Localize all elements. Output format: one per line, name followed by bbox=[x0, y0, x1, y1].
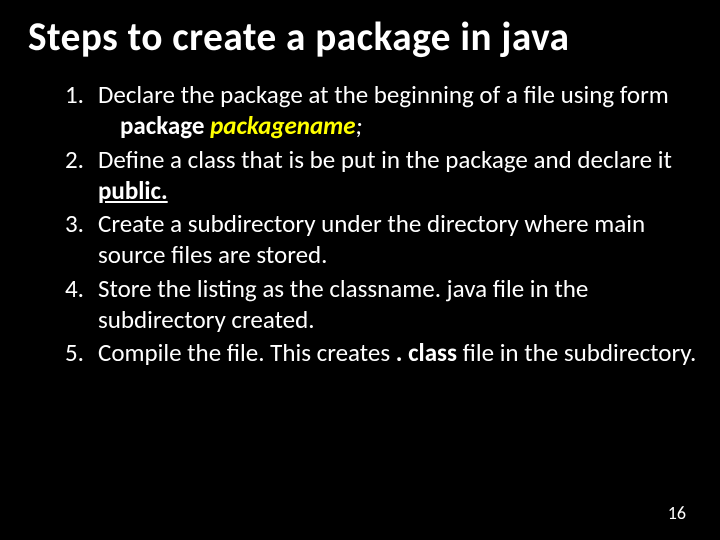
keyword-public: public. bbox=[98, 175, 168, 206]
keyword-package: package bbox=[120, 110, 204, 141]
keyword-class: . class bbox=[396, 337, 457, 368]
list-item: 4. Store the listing as the classname. j… bbox=[50, 273, 700, 336]
item-text: Compile the file. This creates bbox=[98, 337, 396, 368]
item-body: Store the listing as the classname. java… bbox=[98, 273, 700, 336]
item-body: Create a subdirectory under the director… bbox=[98, 208, 700, 271]
item-body: Compile the file. This creates . class f… bbox=[98, 337, 700, 368]
list-item: 2. Define a class that is be put in the … bbox=[50, 144, 700, 207]
item-body: Define a class that is be put in the pac… bbox=[98, 144, 700, 207]
code-line: package packagename; bbox=[120, 110, 362, 141]
list-item: 3. Create a subdirectory under the direc… bbox=[50, 208, 700, 271]
list-item: 5. Compile the file. This creates . clas… bbox=[50, 337, 700, 368]
item-text: Create a subdirectory under the director… bbox=[98, 208, 645, 270]
item-number: 5. bbox=[50, 337, 98, 368]
keyword-packagename: packagename bbox=[210, 110, 355, 141]
list-item: 1. Declare the package at the beginning … bbox=[50, 79, 700, 142]
page-number: 16 bbox=[668, 502, 686, 524]
item-text: Declare the package at the beginning of … bbox=[98, 79, 669, 110]
item-number: 3. bbox=[50, 208, 98, 271]
item-text: Store the listing as the classname. java… bbox=[98, 273, 588, 335]
steps-list: 1. Declare the package at the beginning … bbox=[50, 79, 700, 368]
item-text: Define a class that is be put in the pac… bbox=[98, 144, 672, 175]
item-body: Declare the package at the beginning of … bbox=[98, 79, 700, 142]
keyword-semicolon: ; bbox=[356, 110, 363, 141]
item-number: 1. bbox=[50, 79, 98, 142]
slide-title: Steps to create a package in java bbox=[28, 12, 687, 61]
item-number: 2. bbox=[50, 144, 98, 207]
slide: Steps to create a package in java 1. Dec… bbox=[0, 0, 720, 540]
item-text-b: file in the subdirectory. bbox=[457, 337, 696, 368]
item-number: 4. bbox=[50, 273, 98, 336]
